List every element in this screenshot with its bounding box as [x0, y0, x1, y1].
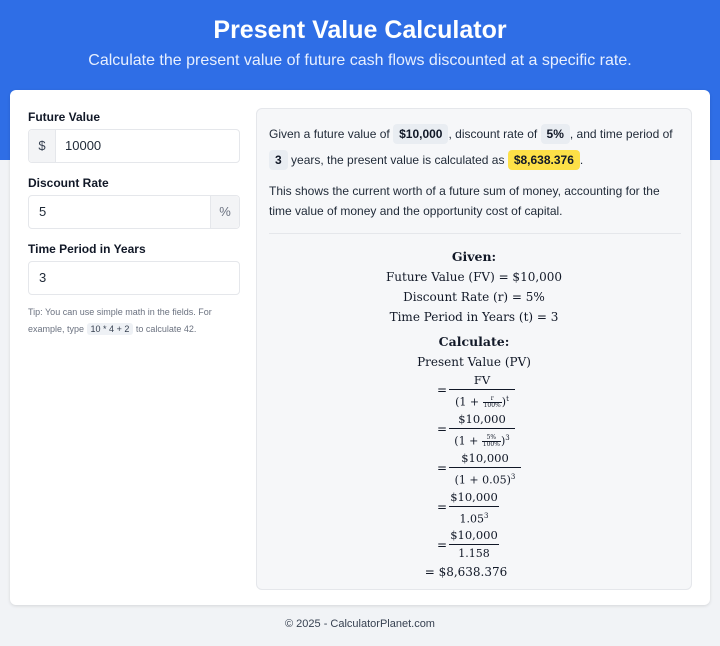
- percent-suffix: %: [210, 196, 239, 228]
- numerator: $10,000: [450, 490, 498, 504]
- discount-rate-label: Discount Rate: [28, 176, 109, 190]
- future-value-input[interactable]: 10000: [65, 130, 101, 162]
- formula-step-3: = $10,000 (1 + 0.05)3: [257, 450, 691, 488]
- numerator: $10,000: [461, 451, 509, 465]
- tip-code-example: 10 * 4 + 2: [86, 323, 134, 335]
- denominator-text: (1 + 0.05): [454, 473, 511, 487]
- footer-copyright: © 2025 - CalculatorPlanet.com: [285, 618, 435, 630]
- calculator-card: Future Value $ 10000 Discount Rate 5 % T…: [10, 90, 710, 605]
- equals-sign: =: [437, 500, 448, 514]
- denominator: 1.158: [458, 547, 490, 560]
- fraction: $10,000 1.053: [449, 489, 499, 526]
- formula-step-2: = $10,000 (1 + 5% 100%)3: [257, 411, 691, 449]
- given-heading: Given:: [451, 249, 497, 264]
- present-value-label: Present Value (PV): [417, 355, 531, 369]
- denominator: (1 + 0.05)3: [449, 468, 521, 487]
- given-discount-rate: Discount Rate (r) = 5%: [403, 290, 545, 304]
- denominator: (1 + 5% 100%)3: [449, 429, 515, 449]
- page-title: Present Value Calculator: [213, 16, 507, 44]
- denominator-text: (1 +: [454, 434, 482, 448]
- calculate-heading: Calculate:: [438, 334, 510, 349]
- fraction: $10,000 1.158: [449, 527, 499, 563]
- numerator: $10,000: [450, 528, 498, 542]
- rate-denominator: 100%: [483, 402, 501, 410]
- numerator: $10,000: [458, 412, 506, 426]
- discount-rate-field[interactable]: 5 %: [28, 195, 240, 229]
- formula-steps: Given: Future Value (FV) = $10,000 Disco…: [257, 109, 691, 589]
- dollar-prefix: $: [29, 130, 56, 162]
- equals-sign: =: [437, 461, 448, 475]
- time-period-input[interactable]: 3: [39, 262, 46, 294]
- time-period-field[interactable]: 3: [28, 261, 240, 295]
- formula-step-1: = FV (1 + r 100%)t: [257, 372, 691, 410]
- tip-text: Tip: You can use simple math in the fiel…: [28, 304, 238, 338]
- given-time-period: Time Period in Years (t) = 3: [389, 310, 559, 324]
- future-value-field[interactable]: $ 10000: [28, 129, 240, 163]
- tip-text-end: to calculate 42.: [135, 324, 197, 334]
- denominator-text: (1 +: [455, 395, 483, 409]
- formula-step-4: = $10,000 1.053: [257, 489, 691, 527]
- final-result: = $8,638.376: [424, 565, 508, 579]
- equals-sign: =: [437, 422, 448, 436]
- exponent: 3: [510, 473, 516, 481]
- fraction: FV (1 + r 100%)t: [449, 372, 515, 410]
- numerator: FV: [473, 373, 491, 387]
- rate-fraction: 5% 100%: [481, 435, 501, 449]
- discount-rate-input[interactable]: 5: [39, 196, 46, 228]
- given-future-value: Future Value (FV) = $10,000: [385, 270, 563, 284]
- rate-fraction: r 100%: [482, 396, 502, 410]
- exponent: 3: [484, 512, 489, 520]
- denominator: (1 + r 100%)t: [449, 390, 515, 410]
- denominator: 1.053: [449, 507, 499, 526]
- fraction: $10,000 (1 + 0.05)3: [449, 450, 521, 487]
- formula-step-5: = $10,000 1.158: [257, 527, 691, 565]
- rate-denominator: 100%: [482, 441, 500, 449]
- exponent: t: [506, 395, 509, 403]
- exponent: 3: [505, 434, 510, 442]
- page-subtitle: Calculate the present value of future ca…: [88, 52, 632, 69]
- equals-sign: =: [437, 538, 448, 552]
- future-value-label: Future Value: [28, 110, 101, 124]
- fraction: $10,000 (1 + 5% 100%)3: [449, 411, 515, 449]
- time-period-label: Time Period in Years: [28, 242, 146, 256]
- result-panel: Given a future value of $10,000, discoun…: [256, 108, 692, 590]
- equals-sign: =: [437, 383, 448, 397]
- denominator-text: 1.05: [459, 512, 485, 526]
